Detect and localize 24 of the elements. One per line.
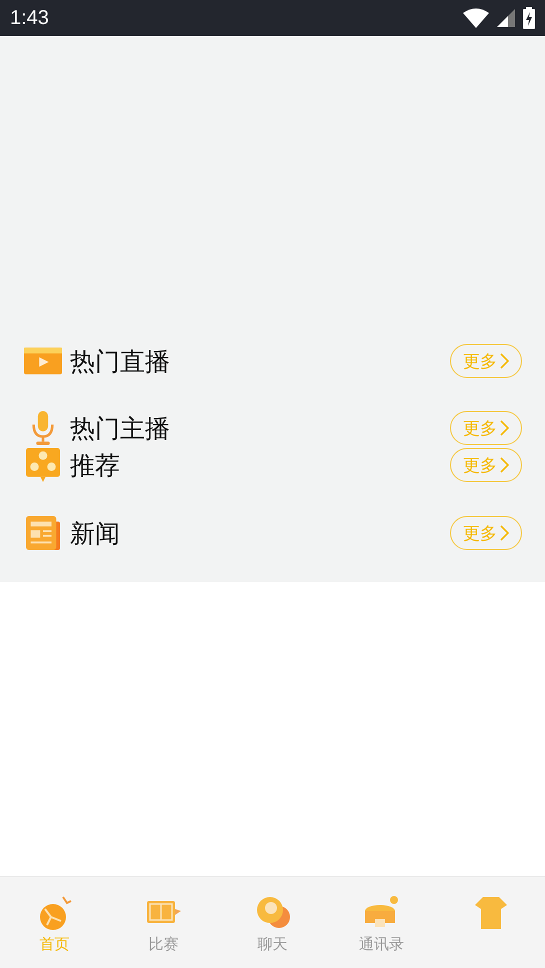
wifi-icon — [463, 8, 489, 28]
chevron-right-icon — [500, 420, 509, 436]
chevron-right-icon — [500, 353, 509, 369]
more-button[interactable]: 更多 — [450, 344, 522, 378]
section-title: 热门主播 — [70, 412, 171, 444]
nav-tab[interactable]: 通讯录 — [327, 877, 436, 968]
nav-tab[interactable]: 比赛 — [109, 877, 218, 968]
chat-icon — [254, 895, 290, 931]
shirt-icon — [472, 895, 508, 931]
signal-icon — [497, 9, 515, 27]
nav-tab[interactable]: 首页 — [0, 877, 109, 968]
status-time: 1:43 — [10, 6, 49, 30]
chevron-right-icon — [500, 525, 509, 541]
more-button[interactable]: 更多 — [450, 516, 522, 550]
newspaper-icon — [24, 516, 62, 550]
stars-icon — [24, 448, 62, 482]
section-title: 新闻 — [70, 518, 121, 550]
battery-icon — [523, 7, 535, 29]
more-button[interactable]: 更多 — [450, 448, 522, 482]
section-title: 推荐 — [70, 450, 121, 482]
section-title: 热门直播 — [70, 346, 171, 378]
chevron-right-icon — [500, 457, 509, 473]
nav-tab[interactable]: 聊天 — [218, 877, 327, 968]
more-button[interactable]: 更多 — [450, 411, 522, 445]
